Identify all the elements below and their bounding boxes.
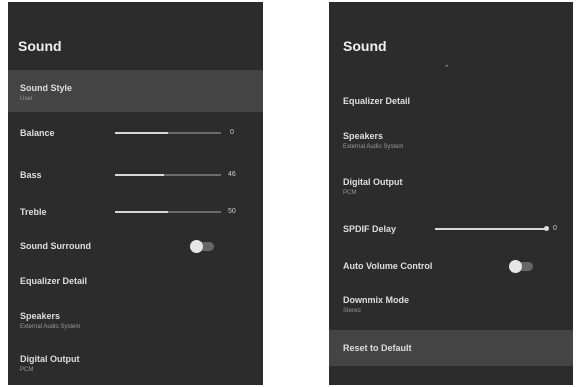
menu-item-auto-volume-control[interactable]: Auto Volume Control (329, 254, 573, 278)
digital-output-value: PCM (20, 367, 34, 373)
treble-slider[interactable] (115, 211, 221, 213)
menu-item-equalizer-detail[interactable]: Equalizer Detail (8, 270, 263, 292)
menu-item-bass[interactable]: Bass 46 (8, 164, 263, 186)
page-title: Sound (18, 38, 62, 54)
spdif-delay-slider-thumb[interactable] (544, 226, 549, 231)
equalizer-detail-label: Equalizer Detail (343, 96, 411, 106)
menu-item-downmix-mode[interactable]: Downmix Mode Stereo (329, 290, 573, 320)
menu-item-sound-style[interactable]: Sound Style User (8, 70, 263, 112)
auto-volume-control-label: Auto Volume Control (343, 261, 433, 271)
reset-to-default-label: Reset to Default (343, 343, 412, 353)
spdif-delay-value: 0 (553, 225, 557, 232)
menu-item-balance[interactable]: Balance 0 (8, 122, 263, 144)
menu-item-digital-output[interactable]: Digital Output PCM (8, 350, 263, 380)
sound-surround-label: Sound Surround (20, 241, 91, 251)
sound-menu-panel-right: Sound ⌃ Equalizer Detail Speakers Extern… (329, 2, 573, 385)
toggle-knob (509, 260, 522, 273)
speakers-label: Speakers (343, 131, 384, 141)
spdif-delay-slider-fill (435, 228, 547, 230)
menu-item-speakers[interactable]: Speakers External Audio System (8, 306, 263, 336)
sound-menu-panel-left: Sound Sound Style User Balance 0 Bass 46… (8, 2, 263, 385)
digital-output-value: PCM (343, 190, 357, 196)
menu-item-reset-to-default[interactable]: Reset to Default (329, 330, 573, 366)
speakers-value: External Audio System (20, 324, 81, 330)
menu-item-treble[interactable]: Treble 50 (8, 201, 263, 223)
bass-slider[interactable] (115, 174, 221, 176)
bass-label: Bass (20, 170, 42, 180)
sound-style-label: Sound Style (20, 83, 73, 93)
menu-item-digital-output[interactable]: Digital Output PCM (329, 172, 573, 202)
balance-slider-fill (115, 132, 168, 134)
digital-output-label: Digital Output (343, 177, 403, 187)
downmix-mode-label: Downmix Mode (343, 295, 410, 305)
bass-value: 46 (228, 171, 236, 178)
balance-value: 0 (230, 129, 234, 136)
downmix-mode-value: Stereo (343, 308, 361, 314)
toggle-knob (190, 240, 203, 253)
menu-item-equalizer-detail[interactable]: Equalizer Detail (329, 90, 573, 112)
treble-value: 50 (228, 208, 236, 215)
treble-label: Treble (20, 207, 47, 217)
sound-surround-toggle[interactable] (190, 240, 214, 253)
spdif-delay-slider[interactable] (435, 226, 549, 231)
speakers-label: Speakers (20, 311, 61, 321)
chevron-up-icon[interactable]: ⌃ (444, 64, 450, 72)
equalizer-detail-label: Equalizer Detail (20, 276, 88, 286)
speakers-value: External Audio System (343, 144, 404, 150)
auto-volume-control-toggle[interactable] (509, 260, 533, 273)
balance-label: Balance (20, 128, 55, 138)
balance-slider[interactable] (115, 132, 221, 134)
menu-item-sound-surround[interactable]: Sound Surround (8, 234, 263, 258)
sound-style-value: User (20, 96, 33, 102)
spdif-delay-label: SPDIF Delay (343, 224, 397, 234)
digital-output-label: Digital Output (20, 354, 80, 364)
treble-slider-fill (115, 211, 168, 213)
bass-slider-fill (115, 174, 164, 176)
menu-item-spdif-delay[interactable]: SPDIF Delay 0 (329, 218, 573, 240)
menu-item-speakers[interactable]: Speakers External Audio System (329, 126, 573, 156)
page-title: Sound (343, 38, 387, 54)
